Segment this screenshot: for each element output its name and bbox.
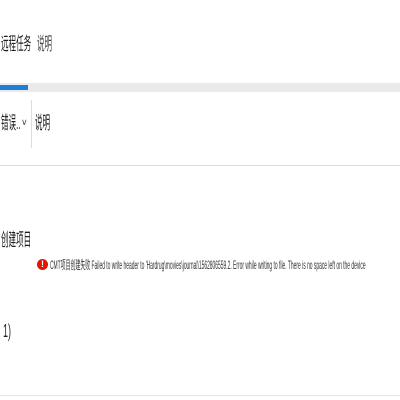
bottom-separator <box>0 395 400 396</box>
entry-project-label: 创建项目 <box>1 230 32 250</box>
chevron-down-icon: ∨ <box>21 117 28 127</box>
error-message-row[interactable]: CMT项目创建失败 Failed to write header to 'Har… <box>50 256 396 273</box>
tab-rail <box>0 83 400 92</box>
column-header-description[interactable]: 说明 <box>35 112 50 134</box>
severity-filter-value: 错误.. <box>1 113 21 133</box>
tab-strip <box>0 0 400 83</box>
error-icon: ! <box>37 259 48 270</box>
entry-project-label-continued: 1) <box>3 321 12 341</box>
header-separator <box>0 165 400 166</box>
column-divider[interactable] <box>31 100 32 148</box>
active-tab-indicator <box>0 85 28 90</box>
tab-description[interactable]: 说明 <box>37 33 52 55</box>
severity-filter-dropdown[interactable]: 错误.. ∨ <box>0 108 30 138</box>
tab-remote-tasks[interactable]: 远程任务 <box>1 33 31 55</box>
error-message-text: CMT项目创建失败 Failed to write header to 'Har… <box>50 258 366 272</box>
